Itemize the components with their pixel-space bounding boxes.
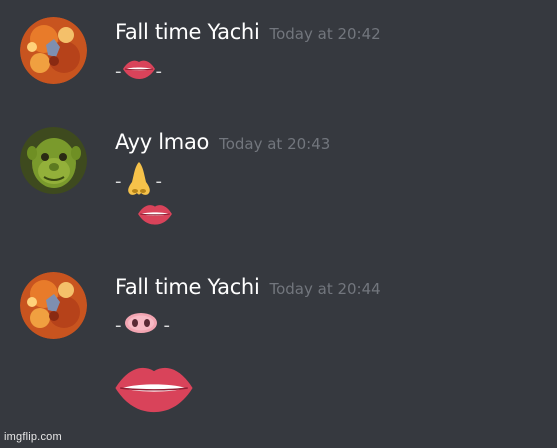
author-name[interactable]: Fall time Yachi <box>115 20 260 44</box>
author-name[interactable]: Ayy lmao <box>115 130 209 154</box>
nose-icon <box>126 160 152 203</box>
author-name[interactable]: Fall time Yachi <box>115 275 260 299</box>
avatar-ayy-lmao[interactable] <box>20 127 87 194</box>
avatar-fall-time-yachi[interactable] <box>20 272 87 339</box>
lips-icon <box>122 58 156 85</box>
lips-icon <box>137 202 173 231</box>
dash-text: - <box>155 61 163 82</box>
message-content-line-2 <box>113 360 195 421</box>
avatar-fall-time-yachi[interactable] <box>20 17 87 84</box>
message-timestamp: Today at 20:42 <box>269 25 381 43</box>
message-content: - - <box>115 312 170 339</box>
imgflip-watermark: imgflip.com <box>4 431 62 443</box>
message-content-line-2 <box>137 202 173 231</box>
dash-text: - <box>155 171 163 192</box>
dash-text: - <box>163 315 171 336</box>
message-content: - - <box>115 58 162 85</box>
dash-text: - <box>115 171 122 192</box>
message-timestamp: Today at 20:43 <box>219 135 331 153</box>
pig-nose-icon <box>124 312 158 339</box>
message-content: - - <box>115 160 162 203</box>
lips-icon <box>113 360 195 421</box>
dash-text: - <box>115 315 122 336</box>
message-timestamp: Today at 20:44 <box>269 280 381 298</box>
